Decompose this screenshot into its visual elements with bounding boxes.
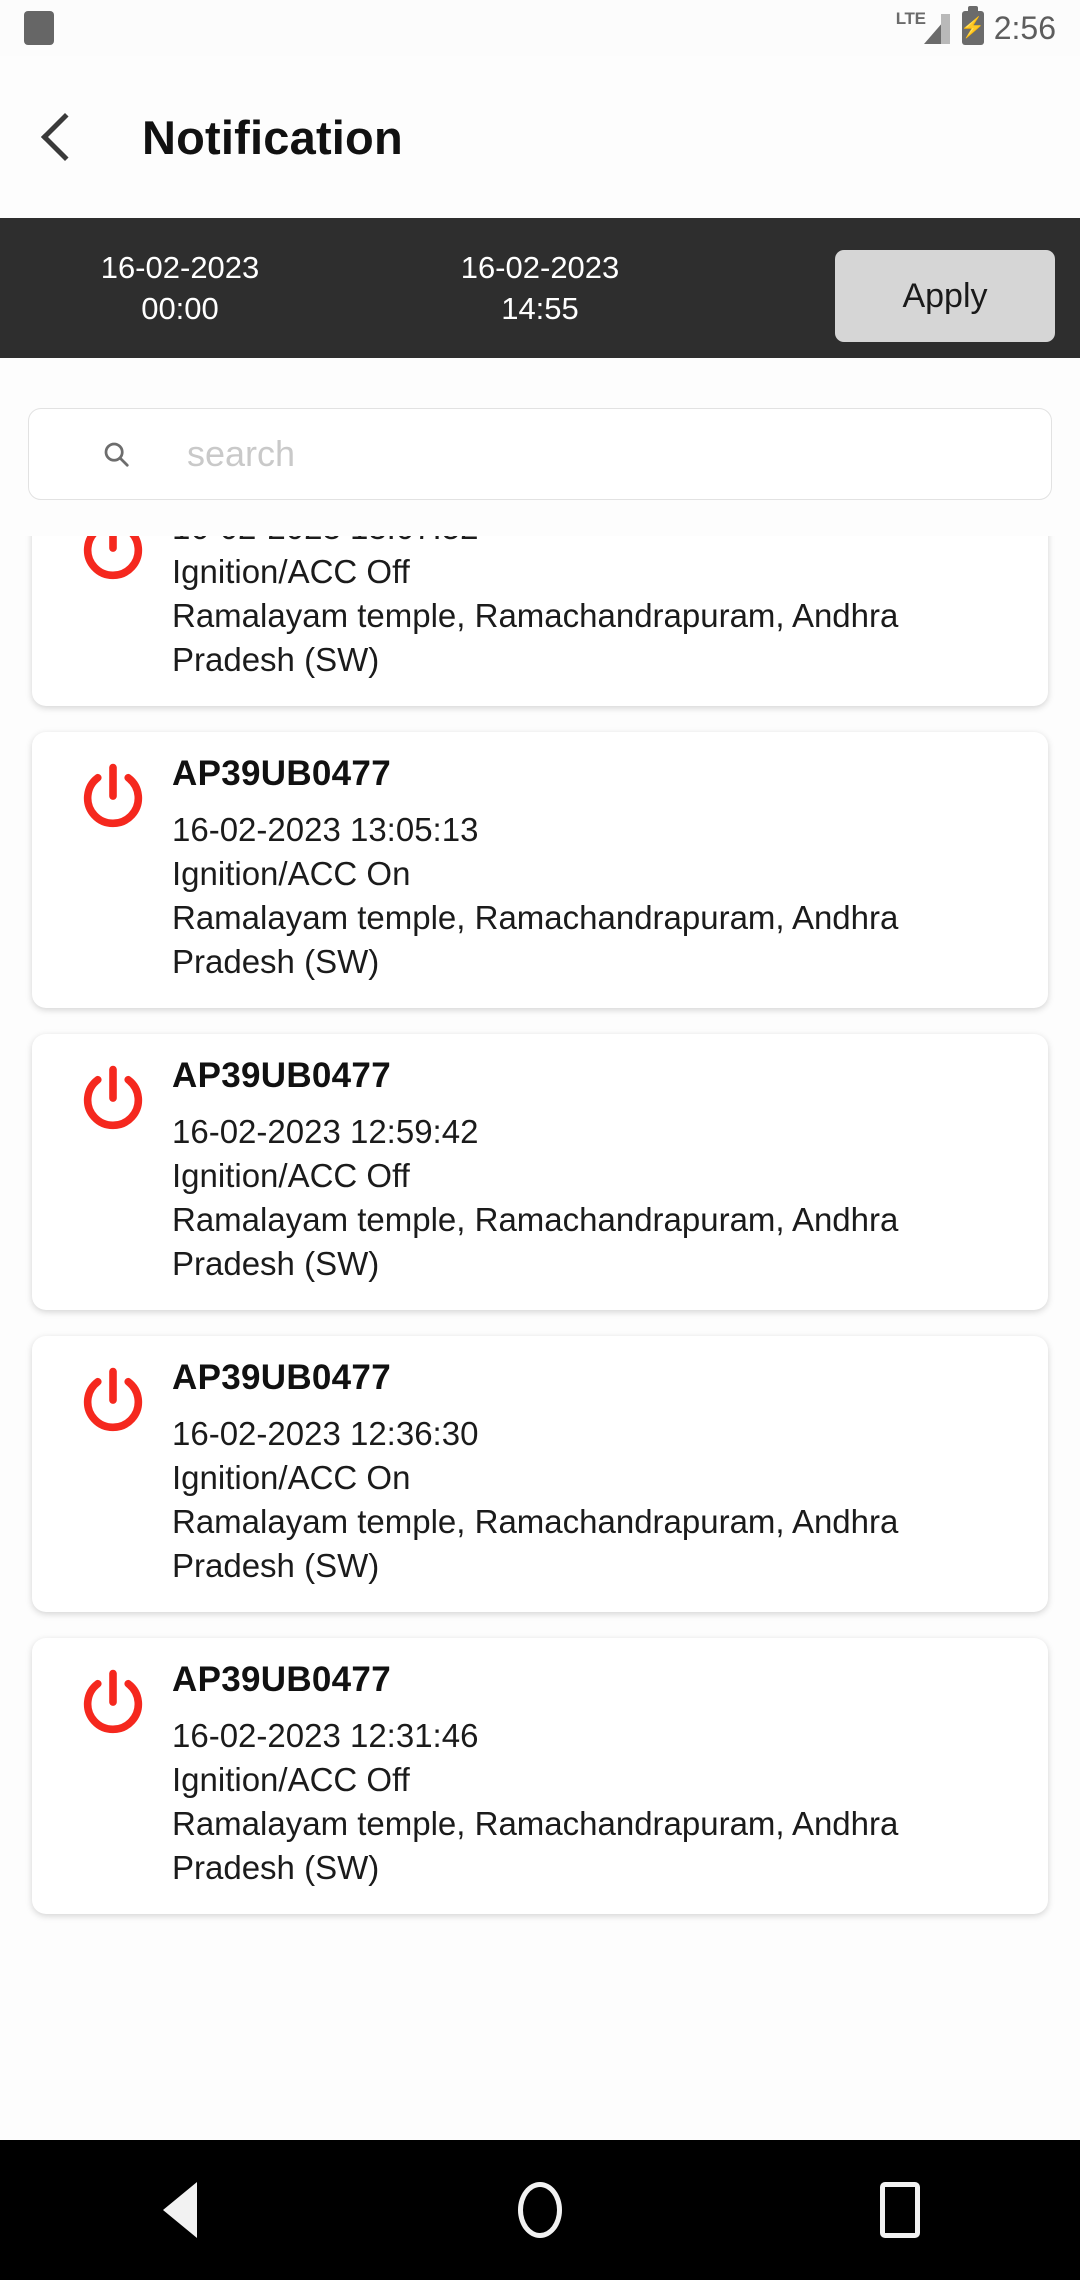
apply-button[interactable]: Apply — [835, 250, 1055, 342]
notification-card[interactable]: AP39UB0477 16-02-2023 12:36:30 Ignition/AC… — [32, 1336, 1048, 1612]
status-bar-clock: 2:56 — [993, 9, 1056, 46]
notification-event: Ignition/ACC Off — [172, 553, 410, 590]
page-title: Notification — [142, 110, 403, 164]
power-icon — [83, 1065, 143, 1130]
notification-body: AP39UB0477 16-02-2023 13:05:13 Ignition/AC… — [168, 754, 1022, 984]
status-bar-right: LTE ⚡ 2:56 — [896, 6, 1056, 48]
nav-home-button[interactable] — [465, 2140, 615, 2280]
notification-event: Ignition/ACC Off — [172, 1761, 410, 1798]
notification-card[interactable]: AP39UB0477 16-02-2023 13:05:13 Ignition/AC… — [32, 732, 1048, 1008]
power-icon — [83, 763, 143, 828]
from-date-field[interactable]: 16-02-2023 00:00 — [0, 247, 360, 329]
back-button[interactable] — [10, 82, 120, 192]
nav-recents-button[interactable] — [825, 2140, 975, 2280]
notification-body: AP39UB0477 16-02-2023 12:36:30 Ignition/AC… — [168, 1358, 1022, 1588]
notification-body: 16-02-2023 13:07:52 Ignition/ACC Off Ramal… — [168, 536, 1022, 682]
notification-event: Ignition/ACC On — [172, 855, 411, 892]
notification-icon-wrap — [58, 1358, 168, 1440]
to-date-field[interactable]: 16-02-2023 14:55 — [360, 247, 720, 329]
notification-body: AP39UB0477 16-02-2023 12:31:46 Ignition/AC… — [168, 1660, 1022, 1890]
status-bar-left — [24, 11, 54, 45]
nav-back-button[interactable] — [105, 2140, 255, 2280]
power-icon — [83, 536, 143, 580]
notification-body: AP39UB0477 16-02-2023 12:59:42 Ignition/AC… — [168, 1056, 1022, 1286]
notification-address: Ramalayam temple, Ramachandrapuram, Andh… — [172, 1805, 899, 1886]
nav-home-icon — [518, 2182, 562, 2238]
from-time-value: 00:00 — [141, 291, 219, 326]
charging-bolt: ⚡ — [960, 17, 986, 39]
notification-card[interactable]: AP39UB0477 16-02-2023 12:59:42 Ignition/AC… — [32, 1034, 1048, 1310]
notification-list[interactable]: 16-02-2023 13:07:52 Ignition/ACC Off Ramal… — [0, 536, 1080, 2140]
nav-recents-icon — [880, 2182, 920, 2238]
power-icon — [83, 1367, 143, 1432]
from-date-value: 16-02-2023 — [100, 250, 260, 285]
notification-event: Ignition/ACC On — [172, 1459, 411, 1496]
notification-timestamp: 16-02-2023 12:36:30 — [172, 1415, 479, 1452]
notification-timestamp: 16-02-2023 13:07:52 — [172, 536, 1022, 550]
notification-timestamp: 16-02-2023 13:05:13 — [172, 811, 479, 848]
phone-screen: LTE ⚡ 2:56 Notification 16-02-2023 00:00… — [0, 0, 1080, 2280]
search-input-placeholder[interactable]: search — [187, 433, 295, 475]
notification-address: Ramalayam temple, Ramachandrapuram, Andh… — [172, 1503, 899, 1584]
back-chevron-icon — [40, 112, 90, 162]
power-icon — [83, 1669, 143, 1734]
vehicle-id: AP39UB0477 — [172, 1660, 391, 1699]
to-time-value: 14:55 — [501, 291, 579, 326]
system-nav-bar — [0, 2140, 1080, 2280]
notification-square-icon — [24, 11, 54, 45]
search-icon — [104, 442, 129, 467]
vehicle-id: AP39UB0477 — [172, 1358, 391, 1397]
notification-card[interactable]: AP39UB0477 16-02-2023 12:31:46 Ignition/AC… — [32, 1638, 1048, 1914]
signal-triangle-dim — [940, 14, 950, 44]
to-date-value: 16-02-2023 — [460, 250, 620, 285]
vehicle-id: AP39UB0477 — [172, 754, 391, 793]
app-bar: Notification — [0, 56, 1080, 218]
notification-address: Ramalayam temple, Ramachandrapuram, Andh… — [172, 597, 899, 678]
search-bar[interactable]: search — [28, 408, 1052, 500]
notification-icon-wrap — [58, 754, 168, 836]
notification-event: Ignition/ACC Off — [172, 1157, 410, 1194]
notification-timestamp: 16-02-2023 12:59:42 — [172, 1113, 479, 1150]
notification-icon-wrap — [58, 536, 168, 588]
signal-bars-icon: LTE — [896, 8, 952, 48]
vehicle-id: AP39UB0477 — [172, 1056, 391, 1095]
notification-icon-wrap — [58, 1660, 168, 1742]
nav-back-icon — [163, 2182, 197, 2238]
notification-icon-wrap — [58, 1056, 168, 1138]
network-type-label: LTE — [895, 9, 926, 28]
notification-timestamp: 16-02-2023 12:31:46 — [172, 1717, 479, 1754]
battery-charging-icon: ⚡ — [960, 6, 986, 45]
status-bar: LTE ⚡ 2:56 — [0, 0, 1080, 56]
notification-address: Ramalayam temple, Ramachandrapuram, Andh… — [172, 899, 899, 980]
notification-address: Ramalayam temple, Ramachandrapuram, Andh… — [172, 1201, 899, 1282]
notification-card[interactable]: 16-02-2023 13:07:52 Ignition/ACC Off Ramal… — [32, 536, 1048, 706]
